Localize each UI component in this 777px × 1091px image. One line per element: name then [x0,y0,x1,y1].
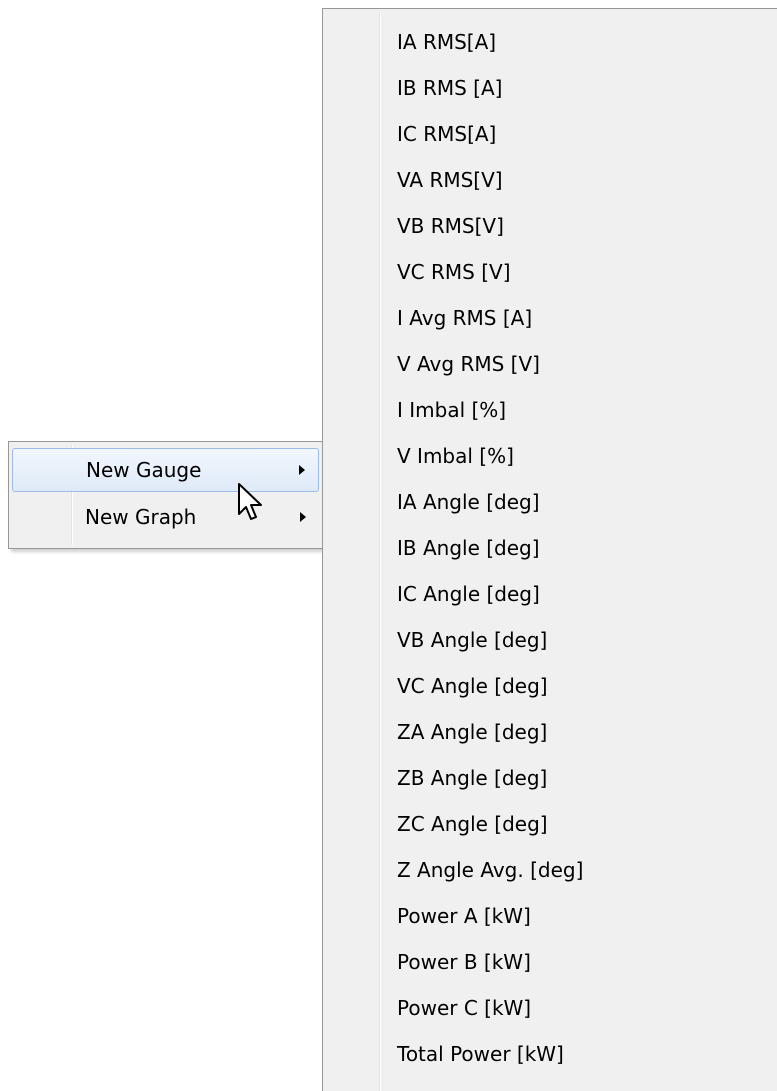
submenu-item[interactable]: ZC Angle [deg] [323,801,777,847]
screen: New Gauge New Graph IA RMS[A] IB RMS [A] I… [0,0,777,1091]
submenu-item[interactable]: V Avg RMS [V] [323,341,777,387]
submenu-item[interactable]: ZA Angle [deg] [323,709,777,755]
arrow-pointer-icon [238,483,262,520]
submenu-item[interactable]: VB RMS[V] [323,203,777,249]
submenu-item[interactable]: IA Angle [deg] [323,479,777,525]
menu-item-label: New Gauge [86,458,202,482]
submenu-arrow-icon [299,465,305,475]
submenu-item[interactable]: VA RMS[V] [323,157,777,203]
gauge-submenu: IA RMS[A] IB RMS [A] IC RMS[A] VA RMS[V] VB … [322,8,777,1091]
submenu-item[interactable]: VC RMS [V] [323,249,777,295]
submenu-item[interactable]: Z Angle Avg. [deg] [323,847,777,893]
submenu-item[interactable]: IC Angle [deg] [323,571,777,617]
submenu-item[interactable]: Power C [kW] [323,985,777,1031]
submenu-item[interactable]: Power A [kW] [323,893,777,939]
submenu-item[interactable]: I Imbal [%] [323,387,777,433]
submenu-item[interactable]: VC Angle [deg] [323,663,777,709]
menu-item-new-gauge[interactable]: New Gauge [12,448,319,492]
submenu-list: IA RMS[A] IB RMS [A] IC RMS[A] VA RMS[V] VB … [323,19,777,1077]
submenu-arrow-icon [300,512,306,522]
submenu-item[interactable]: V Imbal [%] [323,433,777,479]
submenu-item[interactable]: IB RMS [A] [323,65,777,111]
menu-item-label: New Graph [85,505,197,529]
submenu-item[interactable]: IC RMS[A] [323,111,777,157]
submenu-item[interactable]: IB Angle [deg] [323,525,777,571]
submenu-item[interactable]: VB Angle [deg] [323,617,777,663]
context-menu: New Gauge New Graph [8,441,323,549]
submenu-item[interactable]: ZB Angle [deg] [323,755,777,801]
submenu-item[interactable]: I Avg RMS [A] [323,295,777,341]
menu-item-new-graph[interactable]: New Graph [12,496,319,540]
submenu-item[interactable]: IA RMS[A] [323,19,777,65]
submenu-item[interactable]: Power B [kW] [323,939,777,985]
submenu-item[interactable]: Total Power [kW] [323,1031,777,1077]
